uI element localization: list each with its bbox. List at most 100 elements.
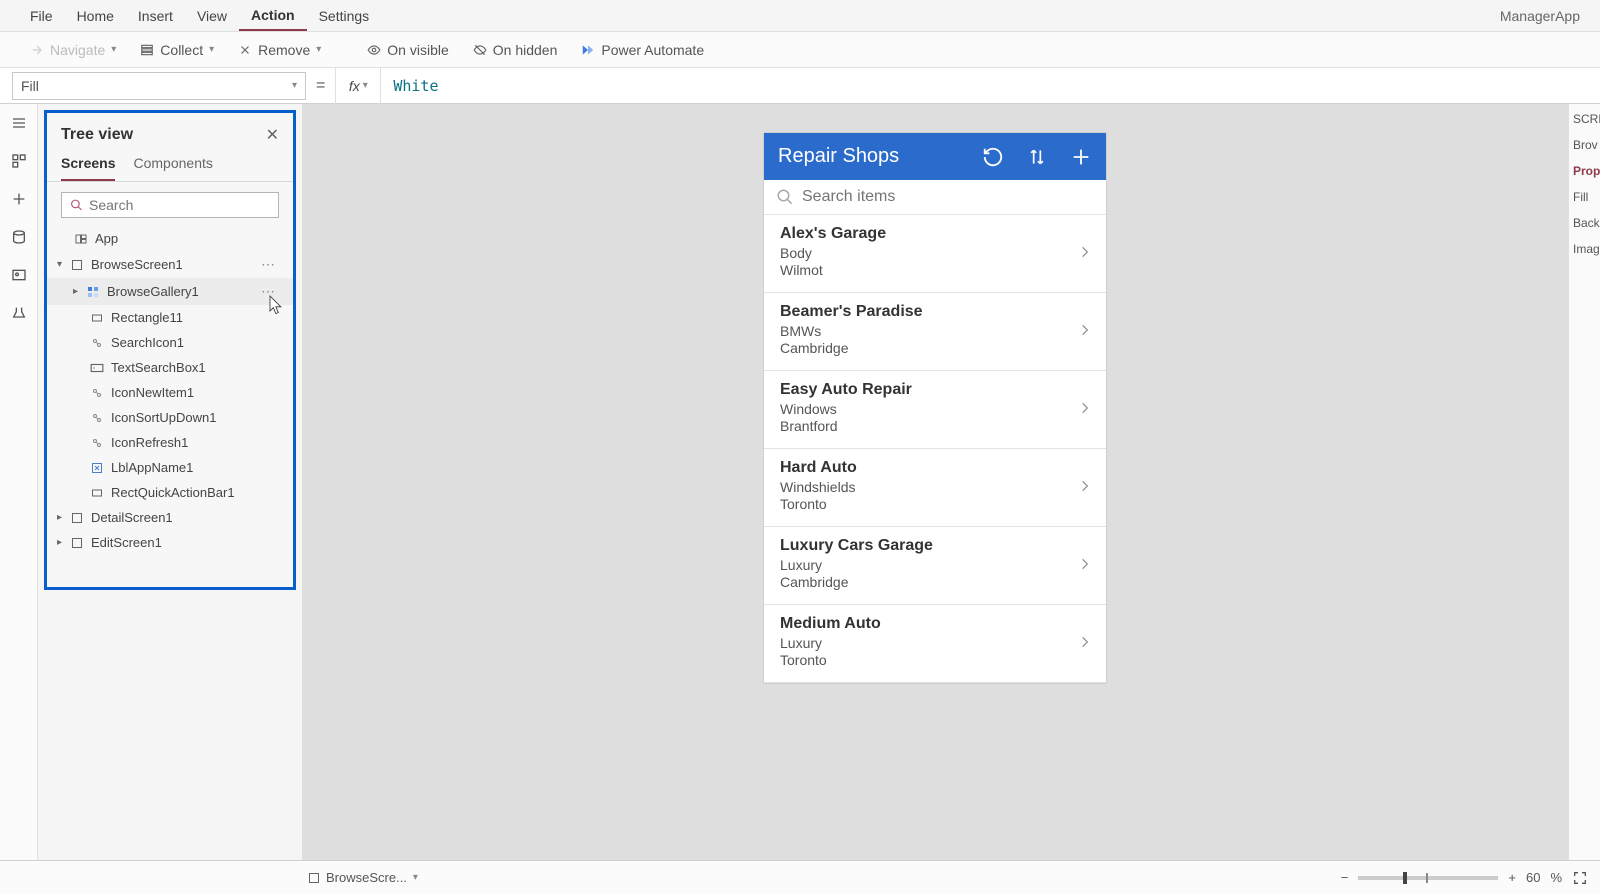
tree-search-box[interactable] [61, 192, 279, 218]
tree-list: App ▾ BrowseScreen1 ⋯ ▸ BrowseGallery1 ⋯… [47, 224, 293, 557]
tree-node-browse-screen[interactable]: ▾ BrowseScreen1 ⋯ [47, 251, 293, 278]
chevron-down-icon: ▾ [292, 80, 297, 91]
shop-city: Cambridge [780, 340, 1078, 356]
menu-home[interactable]: Home [65, 2, 126, 30]
property-name: Fill [21, 78, 39, 94]
tree-node-edit-screen[interactable]: ▸ EditScreen1 [47, 530, 293, 555]
menu-settings[interactable]: Settings [307, 2, 382, 30]
zoom-in-button[interactable]: + [1508, 870, 1516, 885]
panel-label-browse: Brov [1573, 138, 1596, 152]
add-icon[interactable] [1070, 146, 1092, 168]
data-icon[interactable] [10, 228, 28, 246]
tree-node-label: IconSortUpDown1 [111, 410, 217, 425]
tree-node-detail-screen[interactable]: ▸ DetailScreen1 [47, 505, 293, 530]
chevron-down-icon: ▾ [316, 44, 321, 55]
menu-view[interactable]: View [185, 2, 239, 30]
shop-city: Cambridge [780, 574, 1078, 590]
tree-node-label-app[interactable]: LblAppName1 [47, 455, 293, 480]
tab-screens[interactable]: Screens [61, 151, 115, 181]
refresh-icon[interactable] [982, 146, 1004, 168]
tree-node-label: SearchIcon1 [111, 335, 184, 350]
chevron-right-icon[interactable] [1078, 397, 1092, 419]
chevron-right-icon[interactable] [1078, 241, 1092, 263]
tree-node-browse-gallery[interactable]: ▸ BrowseGallery1 ⋯ [47, 278, 293, 305]
tree-node-text-search[interactable]: TextSearchBox1 [47, 355, 293, 380]
caret-down-icon[interactable]: ▾ [57, 259, 69, 270]
shop-title: Alex's Garage [780, 225, 1078, 243]
formula-input[interactable] [381, 71, 1600, 101]
zoom-out-button[interactable]: − [1341, 870, 1349, 885]
phone-search-box[interactable] [764, 180, 1106, 215]
on-hidden-button[interactable]: On hidden [463, 38, 568, 62]
tree-node-rect-quick[interactable]: RectQuickActionBar1 [47, 480, 293, 505]
list-item[interactable]: Luxury Cars Garage Luxury Cambridge [764, 527, 1106, 605]
shop-subtitle: BMWs [780, 323, 1078, 339]
list-item[interactable]: Easy Auto Repair Windows Brantford [764, 371, 1106, 449]
tab-components[interactable]: Components [133, 151, 212, 181]
insert-icon[interactable] [10, 190, 28, 208]
eye-off-icon [473, 43, 487, 57]
tree-node-icon-new[interactable]: IconNewItem1 [47, 380, 293, 405]
menu-file[interactable]: File [18, 2, 65, 30]
fx-button[interactable]: fx ▾ [335, 68, 381, 104]
properties-tab[interactable]: Prop [1573, 164, 1596, 178]
remove-button[interactable]: Remove ▾ [228, 38, 331, 62]
phone-search-input[interactable] [802, 188, 1094, 206]
more-options-icon[interactable]: ⋯ [261, 256, 283, 273]
list-item[interactable]: Medium Auto Luxury Toronto [764, 605, 1106, 683]
caret-right-icon[interactable]: ▸ [57, 537, 69, 548]
power-automate-button[interactable]: Power Automate [571, 38, 714, 62]
list-item[interactable]: Hard Auto Windshields Toronto [764, 449, 1106, 527]
menu-insert[interactable]: Insert [126, 2, 185, 30]
screen-icon [308, 872, 320, 884]
menu-action[interactable]: Action [239, 1, 307, 31]
active-screen-label: BrowseScre... [326, 870, 407, 885]
caret-right-icon[interactable]: ▸ [57, 512, 69, 523]
collect-button[interactable]: Collect ▾ [130, 38, 224, 62]
chevron-right-icon[interactable] [1078, 631, 1092, 653]
on-hidden-label: On hidden [493, 42, 558, 58]
tree-node-search-icon[interactable]: SearchIcon1 [47, 330, 293, 355]
remove-icon [238, 43, 252, 57]
canvas-area[interactable]: Repair Shops Alex's [302, 104, 1568, 860]
shop-city: Brantford [780, 418, 1078, 434]
tree-node-icon-sort[interactable]: IconSortUpDown1 [47, 405, 293, 430]
media-icon[interactable] [10, 266, 28, 284]
property-selector[interactable]: Fill ▾ [12, 72, 306, 100]
list-item[interactable]: Beamer's Paradise BMWs Cambridge [764, 293, 1106, 371]
prop-back[interactable]: Back [1573, 216, 1596, 230]
close-icon[interactable]: ✕ [266, 125, 279, 145]
top-menu-bar: File Home Insert View Action Settings Ma… [0, 0, 1600, 32]
tree-node-rectangle[interactable]: Rectangle11 [47, 305, 293, 330]
screen-icon [69, 511, 85, 525]
caret-right-icon[interactable]: ▸ [73, 286, 85, 297]
zoom-slider[interactable] [1358, 876, 1498, 880]
eye-icon [367, 43, 381, 57]
tree-view-icon[interactable] [10, 152, 28, 170]
sort-icon[interactable] [1026, 146, 1048, 168]
screen-selector[interactable]: BrowseScre... ▾ [308, 870, 418, 885]
panel-label-screen: SCRE [1573, 112, 1596, 126]
zoom-handle[interactable] [1403, 872, 1407, 884]
chevron-right-icon[interactable] [1078, 553, 1092, 575]
list-item[interactable]: Alex's Garage Body Wilmot [764, 215, 1106, 293]
tree-search-input[interactable] [89, 197, 270, 213]
tree-node-app[interactable]: App [47, 226, 293, 251]
chevron-right-icon[interactable] [1078, 319, 1092, 341]
more-options-icon[interactable]: ⋯ [261, 283, 283, 300]
shop-city: Toronto [780, 652, 1078, 668]
rectangle-icon [89, 311, 105, 325]
search-icon [776, 188, 794, 206]
hamburger-icon[interactable] [10, 114, 28, 132]
tree-view-title: Tree view [61, 126, 133, 144]
prop-image[interactable]: Imag [1573, 242, 1596, 256]
on-visible-button[interactable]: On visible [357, 38, 458, 62]
chevron-right-icon[interactable] [1078, 475, 1092, 497]
formula-bar: Fill ▾ = fx ▾ [0, 68, 1600, 104]
navigate-button[interactable]: Navigate ▾ [20, 38, 126, 62]
tools-icon[interactable] [10, 304, 28, 322]
zoom-pct: % [1550, 870, 1562, 885]
fullscreen-icon[interactable] [1572, 870, 1588, 886]
tree-node-icon-refresh[interactable]: IconRefresh1 [47, 430, 293, 455]
prop-fill[interactable]: Fill [1573, 190, 1596, 204]
